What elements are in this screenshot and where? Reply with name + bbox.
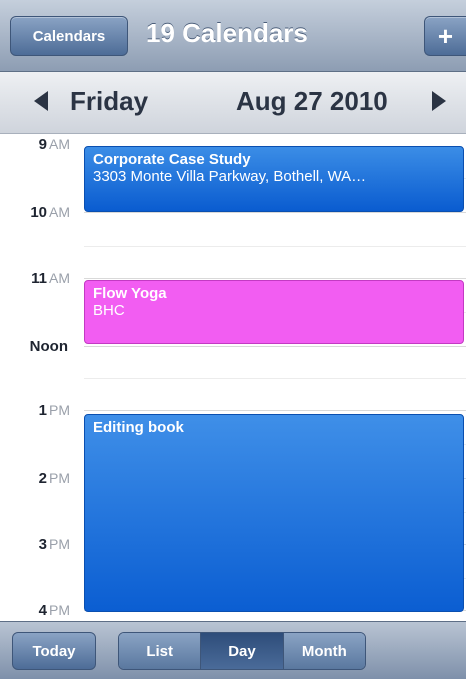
event-title: Editing book <box>93 419 184 436</box>
event-title: Corporate Case Study <box>93 151 251 168</box>
hour-label: 1 PM <box>38 402 70 419</box>
grid-line <box>84 346 466 347</box>
hour-label: 10 AM <box>30 204 70 221</box>
day-grid[interactable]: 9 AM 10 AM 11 AM Noon 1 PM 2 PM 3 PM 4 PM Corpo… <box>0 134 466 621</box>
hour-label: 3 PM <box>38 536 70 553</box>
plus-icon: + <box>437 20 454 51</box>
event-location: BHC <box>93 302 125 319</box>
event-corporate-case-study[interactable]: Corporate Case Study 3303 Monte Villa Pa… <box>84 146 464 212</box>
page-title: 19 Calendars <box>146 18 308 48</box>
grid-line <box>84 246 466 247</box>
event-title: Flow Yoga <box>93 285 167 302</box>
hour-label: 2 PM <box>38 470 70 487</box>
grid-line <box>84 278 466 279</box>
today-button[interactable]: Today <box>12 632 96 670</box>
hour-label: 11 AM <box>31 270 70 287</box>
hour-label: 4 PM <box>38 602 70 619</box>
add-event-button[interactable]: + <box>424 16 466 56</box>
bottom-toolbar: Today List Day Month <box>0 621 466 679</box>
day-label: Friday <box>70 86 149 116</box>
view-segmented-control: List Day Month <box>118 632 366 670</box>
hour-label: 9 AM <box>38 136 70 153</box>
calendars-button[interactable]: Calendars <box>10 16 128 56</box>
hour-label: Noon <box>29 338 68 355</box>
grid-line <box>84 410 466 411</box>
event-flow-yoga[interactable]: Flow Yoga BHC <box>84 280 464 344</box>
grid-line <box>84 212 466 213</box>
date-header: Friday Aug 27 2010 <box>0 72 466 134</box>
next-day-icon[interactable] <box>432 91 446 111</box>
event-location: 3303 Monte Villa Parkway, Bothell, WA… <box>93 168 367 185</box>
previous-day-icon[interactable] <box>34 91 48 111</box>
month-view-segment[interactable]: Month <box>283 633 365 669</box>
event-editing-book[interactable]: Editing book <box>84 414 464 612</box>
day-view-segment[interactable]: Day <box>201 633 284 669</box>
list-view-segment[interactable]: List <box>119 633 202 669</box>
grid-line <box>84 378 466 379</box>
date-label: Aug 27 2010 <box>236 86 388 116</box>
navigation-bar: Calendars 19 Calendars + <box>0 0 466 72</box>
